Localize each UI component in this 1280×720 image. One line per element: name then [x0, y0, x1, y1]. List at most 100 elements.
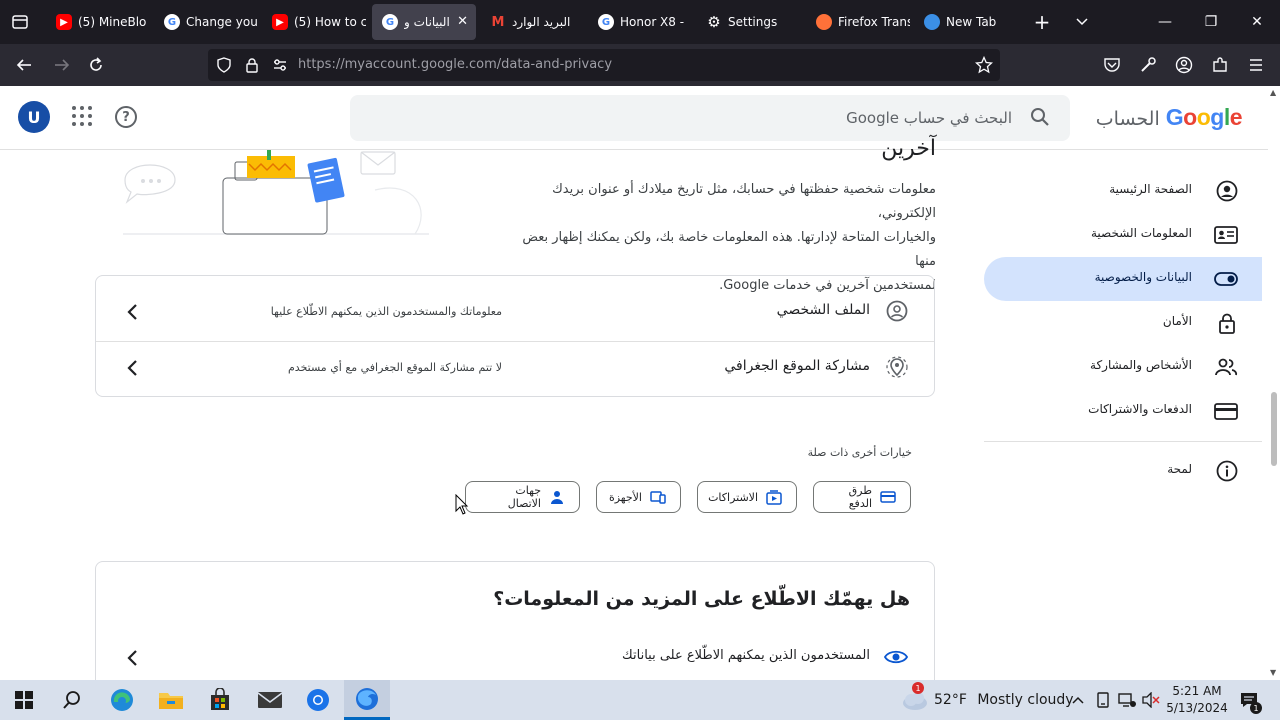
extensions-icon[interactable]: [1208, 53, 1232, 77]
youtube-icon: ▶: [56, 14, 72, 30]
tab-active[interactable]: G البيانات و ✕: [372, 4, 476, 40]
people-icon: [1215, 356, 1238, 378]
pocket-icon[interactable]: [1100, 53, 1124, 77]
help-icon[interactable]: ?: [115, 106, 137, 128]
google-account-logo[interactable]: الحساب Google: [1095, 104, 1243, 131]
row-location-sharing[interactable]: مشاركة الموقع الجغرافي لا تتم مشاركة الم…: [96, 342, 934, 398]
tab-title: (5) How to c: [294, 15, 366, 29]
tab-7[interactable]: Firefox Trans: [806, 4, 910, 40]
scroll-down-arrow-icon[interactable]: ▼: [1270, 668, 1276, 677]
windows-taskbar: 1 52°F Mostly cloudy 5:21 AM 5/13/2024 1: [0, 680, 1280, 720]
tab-title: Honor X8 -: [620, 15, 685, 29]
microsoft-store-icon[interactable]: [204, 684, 236, 716]
network-icon[interactable]: [1116, 684, 1138, 716]
account-icon[interactable]: [1172, 53, 1196, 77]
tray-chevron-up-icon[interactable]: [1068, 684, 1088, 716]
chrome-icon[interactable]: [302, 684, 334, 716]
eye-icon: [883, 646, 909, 668]
sidebar-item-label: المعلومات الشخصية: [1091, 226, 1192, 240]
lock-icon[interactable]: [240, 53, 264, 77]
system-clock[interactable]: 5:21 AM 5/13/2024: [1166, 683, 1228, 717]
scroll-up-arrow-icon[interactable]: ▲: [1270, 88, 1276, 97]
tab-0[interactable]: ▶ (5) MineBlo: [46, 4, 150, 40]
sidebar-item-personal-info[interactable]: المعلومات الشخصية: [984, 213, 1262, 257]
notification-center-icon[interactable]: 1: [1234, 684, 1264, 716]
url-bar[interactable]: https://myaccount.google.com/data-and-pr…: [208, 49, 1000, 81]
row-title: الملف الشخصي: [776, 302, 870, 318]
row-profile[interactable]: الملف الشخصي معلوماتك والمستخدمون الذين …: [96, 284, 934, 340]
row-title: المستخدمون الذين يمكنهم الاطّلاع على بيا…: [622, 648, 870, 663]
chip-label: الاشتراكات: [708, 490, 758, 504]
mail-icon[interactable]: [254, 684, 286, 716]
gear-icon: ⚙: [707, 13, 721, 31]
firefox-icon: [816, 14, 832, 30]
file-explorer-icon[interactable]: [155, 684, 187, 716]
avatar[interactable]: U: [18, 101, 50, 133]
restore-icon[interactable]: ❐: [1188, 0, 1234, 44]
clock-date: 5/13/2024: [1166, 701, 1228, 715]
logo-google-text: Google: [1165, 104, 1243, 130]
forward-icon[interactable]: [50, 53, 74, 77]
weather-widget[interactable]: 52°F Mostly cloudy: [934, 692, 1074, 708]
back-icon[interactable]: [12, 53, 36, 77]
menu-hamburger-icon[interactable]: [1244, 53, 1268, 77]
edge-browser-icon[interactable]: [106, 684, 138, 716]
tab-6[interactable]: ⚙ Settings: [696, 4, 800, 40]
credit-card-icon: [880, 489, 896, 505]
url-path: /data-and-privacy: [496, 57, 613, 72]
scrollbar-thumb[interactable]: [1271, 392, 1277, 466]
chevron-left-icon: [124, 648, 140, 668]
tab-8[interactable]: New Tab: [914, 4, 1018, 40]
chip-subscriptions[interactable]: الاشتراكات: [697, 481, 797, 513]
chip-devices[interactable]: الأجهزة: [596, 481, 681, 513]
close-window-icon[interactable]: ✕: [1234, 0, 1280, 44]
sidebar-item-label: الأشخاص والمشاركة: [1090, 358, 1192, 372]
weather-temp: 52°F: [934, 692, 967, 708]
tab-list-chevron-icon[interactable]: [1060, 0, 1104, 44]
tray-device-icon[interactable]: [1093, 684, 1113, 716]
tab-5[interactable]: G Honor X8 -: [588, 4, 692, 40]
lock-icon: [1216, 312, 1238, 334]
page-scrollbar[interactable]: ▲ ▼: [1268, 86, 1280, 682]
id-card-icon: [1214, 224, 1238, 246]
new-tab-plus-icon[interactable]: +: [1018, 0, 1066, 44]
chip-label: طرق الدفع: [848, 484, 872, 510]
chip-contacts[interactable]: جهات الاتصال: [465, 481, 580, 513]
weather-cloud-icon[interactable]: 1: [898, 682, 932, 716]
reload-icon[interactable]: [84, 53, 108, 77]
tab-4[interactable]: M البريد الوارد: [480, 4, 584, 40]
sidebar-item-data-privacy[interactable]: البيانات والخصوصية: [984, 257, 1262, 301]
sidebar-item-payments[interactable]: الدفعات والاشتراكات: [984, 389, 1262, 433]
google-icon: G: [164, 14, 180, 30]
clock-time: 5:21 AM: [1172, 684, 1222, 698]
notification-count-badge: 1: [1250, 702, 1262, 714]
search-input[interactable]: البحث في حساب Google: [350, 95, 1070, 141]
sidebar-item-about[interactable]: لمحة: [984, 449, 1262, 493]
tools-wrench-icon[interactable]: [1136, 53, 1160, 77]
windows-start-icon[interactable]: [8, 684, 40, 716]
sidebar-item-people-sharing[interactable]: الأشخاص والمشاركة: [984, 345, 1262, 389]
sidebar-item-security[interactable]: الأمان: [984, 301, 1262, 345]
tab-2[interactable]: ▶ (5) How to c: [262, 4, 366, 40]
logo-account-text: الحساب: [1095, 108, 1160, 130]
firefox-taskbar-icon[interactable]: [344, 680, 390, 720]
row-who-can-see[interactable]: المستخدمون الذين يمكنهم الاطّلاع على بيا…: [96, 632, 934, 682]
youtube-icon: ▶: [272, 14, 288, 30]
taskbar-search-icon[interactable]: [56, 684, 88, 716]
volume-muted-icon[interactable]: [1140, 684, 1162, 716]
close-tab-icon[interactable]: ✕: [457, 14, 468, 29]
sidebar-item-home[interactable]: الصفحة الرئيسية: [984, 169, 1262, 213]
sidebar-divider: [984, 441, 1262, 442]
tab-title: Change you: [186, 15, 258, 29]
bookmark-star-icon[interactable]: [972, 53, 996, 77]
search-icon[interactable]: [1030, 107, 1050, 127]
minimize-icon[interactable]: —: [1142, 0, 1188, 44]
browser-nav-bar: https://myaccount.google.com/data-and-pr…: [0, 44, 1280, 86]
firefox-view-icon[interactable]: [8, 10, 32, 34]
chip-payment-methods[interactable]: طرق الدفع: [813, 481, 911, 513]
apps-grid-icon[interactable]: [72, 106, 92, 126]
url-host: https://myaccount.google.com: [298, 57, 497, 72]
tracking-shield-icon[interactable]: [212, 53, 236, 77]
permissions-icon[interactable]: [268, 53, 292, 77]
tab-1[interactable]: G Change you: [154, 4, 258, 40]
